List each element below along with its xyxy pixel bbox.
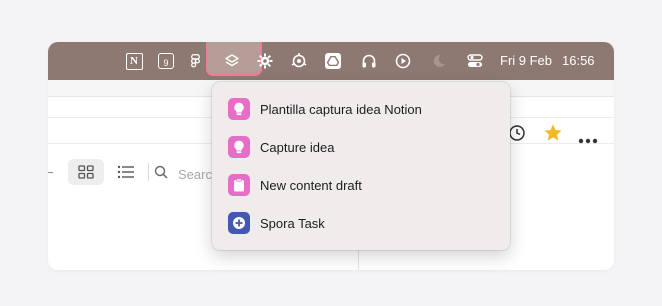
menu-bar: N 9 Fri 9 Feb 16:56: [48, 42, 614, 80]
calendar-icon[interactable]: 9: [156, 42, 176, 80]
toolbar-separator: [148, 163, 149, 181]
layers-icon[interactable]: [220, 42, 244, 80]
moon-icon[interactable]: [430, 42, 448, 80]
lightbulb-icon: [228, 136, 250, 158]
more-options-icon[interactable]: [578, 131, 598, 149]
target-icon[interactable]: [290, 42, 308, 80]
search-icon[interactable]: [154, 165, 168, 184]
menubar-date[interactable]: Fri 9 Feb: [500, 53, 552, 68]
gear-icon[interactable]: [256, 42, 274, 80]
drive-icon[interactable]: [324, 42, 342, 80]
dropdown-menu: Plantilla captura idea Notion Capture id…: [212, 82, 510, 250]
menu-item-new-content-draft[interactable]: New content draft: [212, 166, 510, 204]
figma-icon[interactable]: [188, 42, 202, 80]
calendar-day: 9: [158, 53, 174, 69]
menu-item-label: Capture idea: [260, 139, 335, 155]
partial-element: [48, 172, 53, 173]
menu-item-capture-idea[interactable]: Capture idea: [212, 128, 510, 166]
lightbulb-icon: [228, 98, 250, 120]
plus-circle-icon: [228, 212, 250, 234]
toggles-icon[interactable]: [466, 42, 484, 80]
menu-item-label: Spora Task: [260, 215, 325, 231]
grid-view-button[interactable]: [68, 159, 104, 185]
clipboard-icon: [228, 174, 250, 196]
history-icon[interactable]: [508, 124, 526, 147]
notion-icon[interactable]: N: [124, 42, 144, 80]
list-view-button[interactable]: [114, 159, 138, 185]
notion-letter: N: [125, 52, 143, 70]
star-icon[interactable]: [543, 123, 563, 148]
menubar-time[interactable]: 16:56: [562, 53, 595, 68]
grid-icon: [78, 165, 94, 179]
headphones-icon[interactable]: [360, 42, 378, 80]
play-icon[interactable]: [394, 42, 412, 80]
menu-item-spora-task[interactable]: Spora Task: [212, 204, 510, 242]
menu-item-label: Plantilla captura idea Notion: [260, 101, 422, 117]
list-icon: [117, 165, 134, 179]
menu-item-plantilla-captura-idea[interactable]: Plantilla captura idea Notion: [212, 90, 510, 128]
menu-item-label: New content draft: [260, 177, 362, 193]
